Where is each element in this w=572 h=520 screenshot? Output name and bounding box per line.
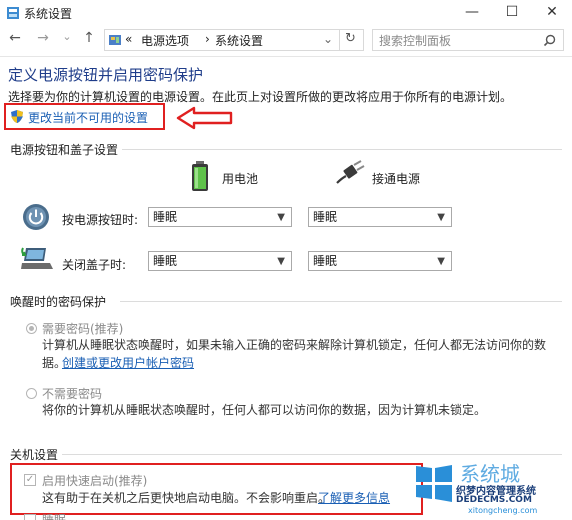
section-divider bbox=[62, 454, 562, 455]
window-title: 系统设置 bbox=[24, 7, 73, 21]
highlight-box-change-settings bbox=[4, 103, 165, 130]
section-title-shutdown: 关机设置 bbox=[10, 448, 59, 462]
require-password-radio[interactable] bbox=[26, 323, 37, 334]
close-lid-plugged-value: 睡眠 bbox=[313, 254, 338, 268]
highlight-box-fast-startup bbox=[10, 463, 423, 515]
back-button[interactable]: ← bbox=[6, 30, 24, 46]
address-bar[interactable]: « 电源选项 › 系统设置 ⌄ ↻ bbox=[104, 29, 364, 51]
breadcrumb-separator: › bbox=[205, 32, 210, 46]
minimize-button[interactable]: — bbox=[452, 0, 492, 26]
section-title-wake-password: 唤醒时的密码保护 bbox=[10, 295, 107, 309]
forward-button[interactable]: → bbox=[34, 30, 52, 46]
plugged-in-column-label: 接通电源 bbox=[372, 172, 421, 186]
breadcrumb-prefix: « bbox=[125, 32, 133, 46]
power-button-icon bbox=[23, 204, 49, 230]
require-password-description-line1: 计算机从睡眠状态唤醒时，如果未输入正确的密码来解除计算机锁定，任何人都无法访问你… bbox=[42, 338, 547, 352]
power-button-plugged-select[interactable]: 睡眠 ▼ bbox=[308, 207, 452, 227]
battery-icon bbox=[192, 161, 208, 191]
chevron-down-icon: ▼ bbox=[437, 256, 445, 267]
address-dropdown-icon[interactable]: ⌄ bbox=[323, 32, 333, 46]
recent-locations-button[interactable]: ⌄ bbox=[58, 30, 76, 43]
battery-column-label: 用电池 bbox=[222, 172, 259, 186]
section-title-power-buttons: 电源按钮和盖子设置 bbox=[10, 143, 119, 157]
toolbar-divider bbox=[0, 56, 572, 57]
search-placeholder: 搜索控制面板 bbox=[379, 34, 452, 48]
sleep-label: 睡眠 bbox=[42, 513, 67, 520]
watermark: 系统城 织梦内容管理系统 DEDECMS.COM xitongcheng.com bbox=[412, 458, 570, 516]
section-divider bbox=[122, 149, 562, 150]
red-arrow-annotation bbox=[176, 106, 233, 130]
sleep-checkbox[interactable] bbox=[24, 514, 36, 520]
search-input[interactable]: 搜索控制面板 bbox=[372, 29, 564, 51]
maximize-button[interactable]: ☐ bbox=[492, 0, 532, 26]
require-password-label: 需要密码(推荐) bbox=[42, 322, 124, 336]
chevron-down-icon: ▼ bbox=[277, 212, 285, 223]
close-lid-battery-select[interactable]: 睡眠 ▼ bbox=[148, 251, 292, 271]
up-button[interactable]: ↑ bbox=[80, 30, 98, 46]
breadcrumb-system-settings[interactable]: 系统设置 bbox=[215, 32, 263, 49]
section-divider bbox=[120, 301, 562, 302]
power-button-battery-select[interactable]: 睡眠 ▼ bbox=[148, 207, 292, 227]
no-password-description: 将你的计算机从睡眠状态唤醒时，任何人都可以访问你的数据，因为计算机未锁定。 bbox=[42, 403, 487, 417]
close-lid-battery-value: 睡眠 bbox=[153, 254, 178, 268]
watermark-logo-icon bbox=[416, 465, 452, 502]
watermark-line3: xitongcheng.com bbox=[468, 506, 538, 515]
no-password-radio[interactable] bbox=[26, 388, 37, 399]
chevron-down-icon: ▼ bbox=[437, 212, 445, 223]
no-password-label: 不需要密码 bbox=[42, 387, 103, 401]
create-change-password-link[interactable]: 创建或更改用户帐户密码 bbox=[62, 354, 194, 373]
close-lid-label: 关闭盖子时: bbox=[62, 258, 127, 272]
breadcrumb-power-options[interactable]: 电源选项 bbox=[141, 32, 189, 49]
control-panel-icon bbox=[109, 35, 121, 45]
watermark-line2: DEDECMS.COM bbox=[456, 495, 532, 505]
chevron-down-icon: ▼ bbox=[277, 256, 285, 267]
close-button[interactable]: ✕ bbox=[532, 0, 572, 26]
power-button-battery-value: 睡眠 bbox=[153, 210, 178, 224]
page-title: 定义电源按钮并启用密码保护 bbox=[8, 66, 204, 84]
refresh-icon[interactable]: ↻ bbox=[345, 31, 356, 46]
power-button-plugged-value: 睡眠 bbox=[313, 210, 338, 224]
search-icon[interactable] bbox=[543, 34, 556, 47]
power-plug-icon bbox=[336, 160, 365, 184]
power-button-label: 按电源按钮时: bbox=[62, 213, 139, 227]
laptop-lid-icon bbox=[21, 247, 53, 269]
close-lid-plugged-select[interactable]: 睡眠 ▼ bbox=[308, 251, 452, 271]
settings-app-icon bbox=[7, 7, 19, 19]
